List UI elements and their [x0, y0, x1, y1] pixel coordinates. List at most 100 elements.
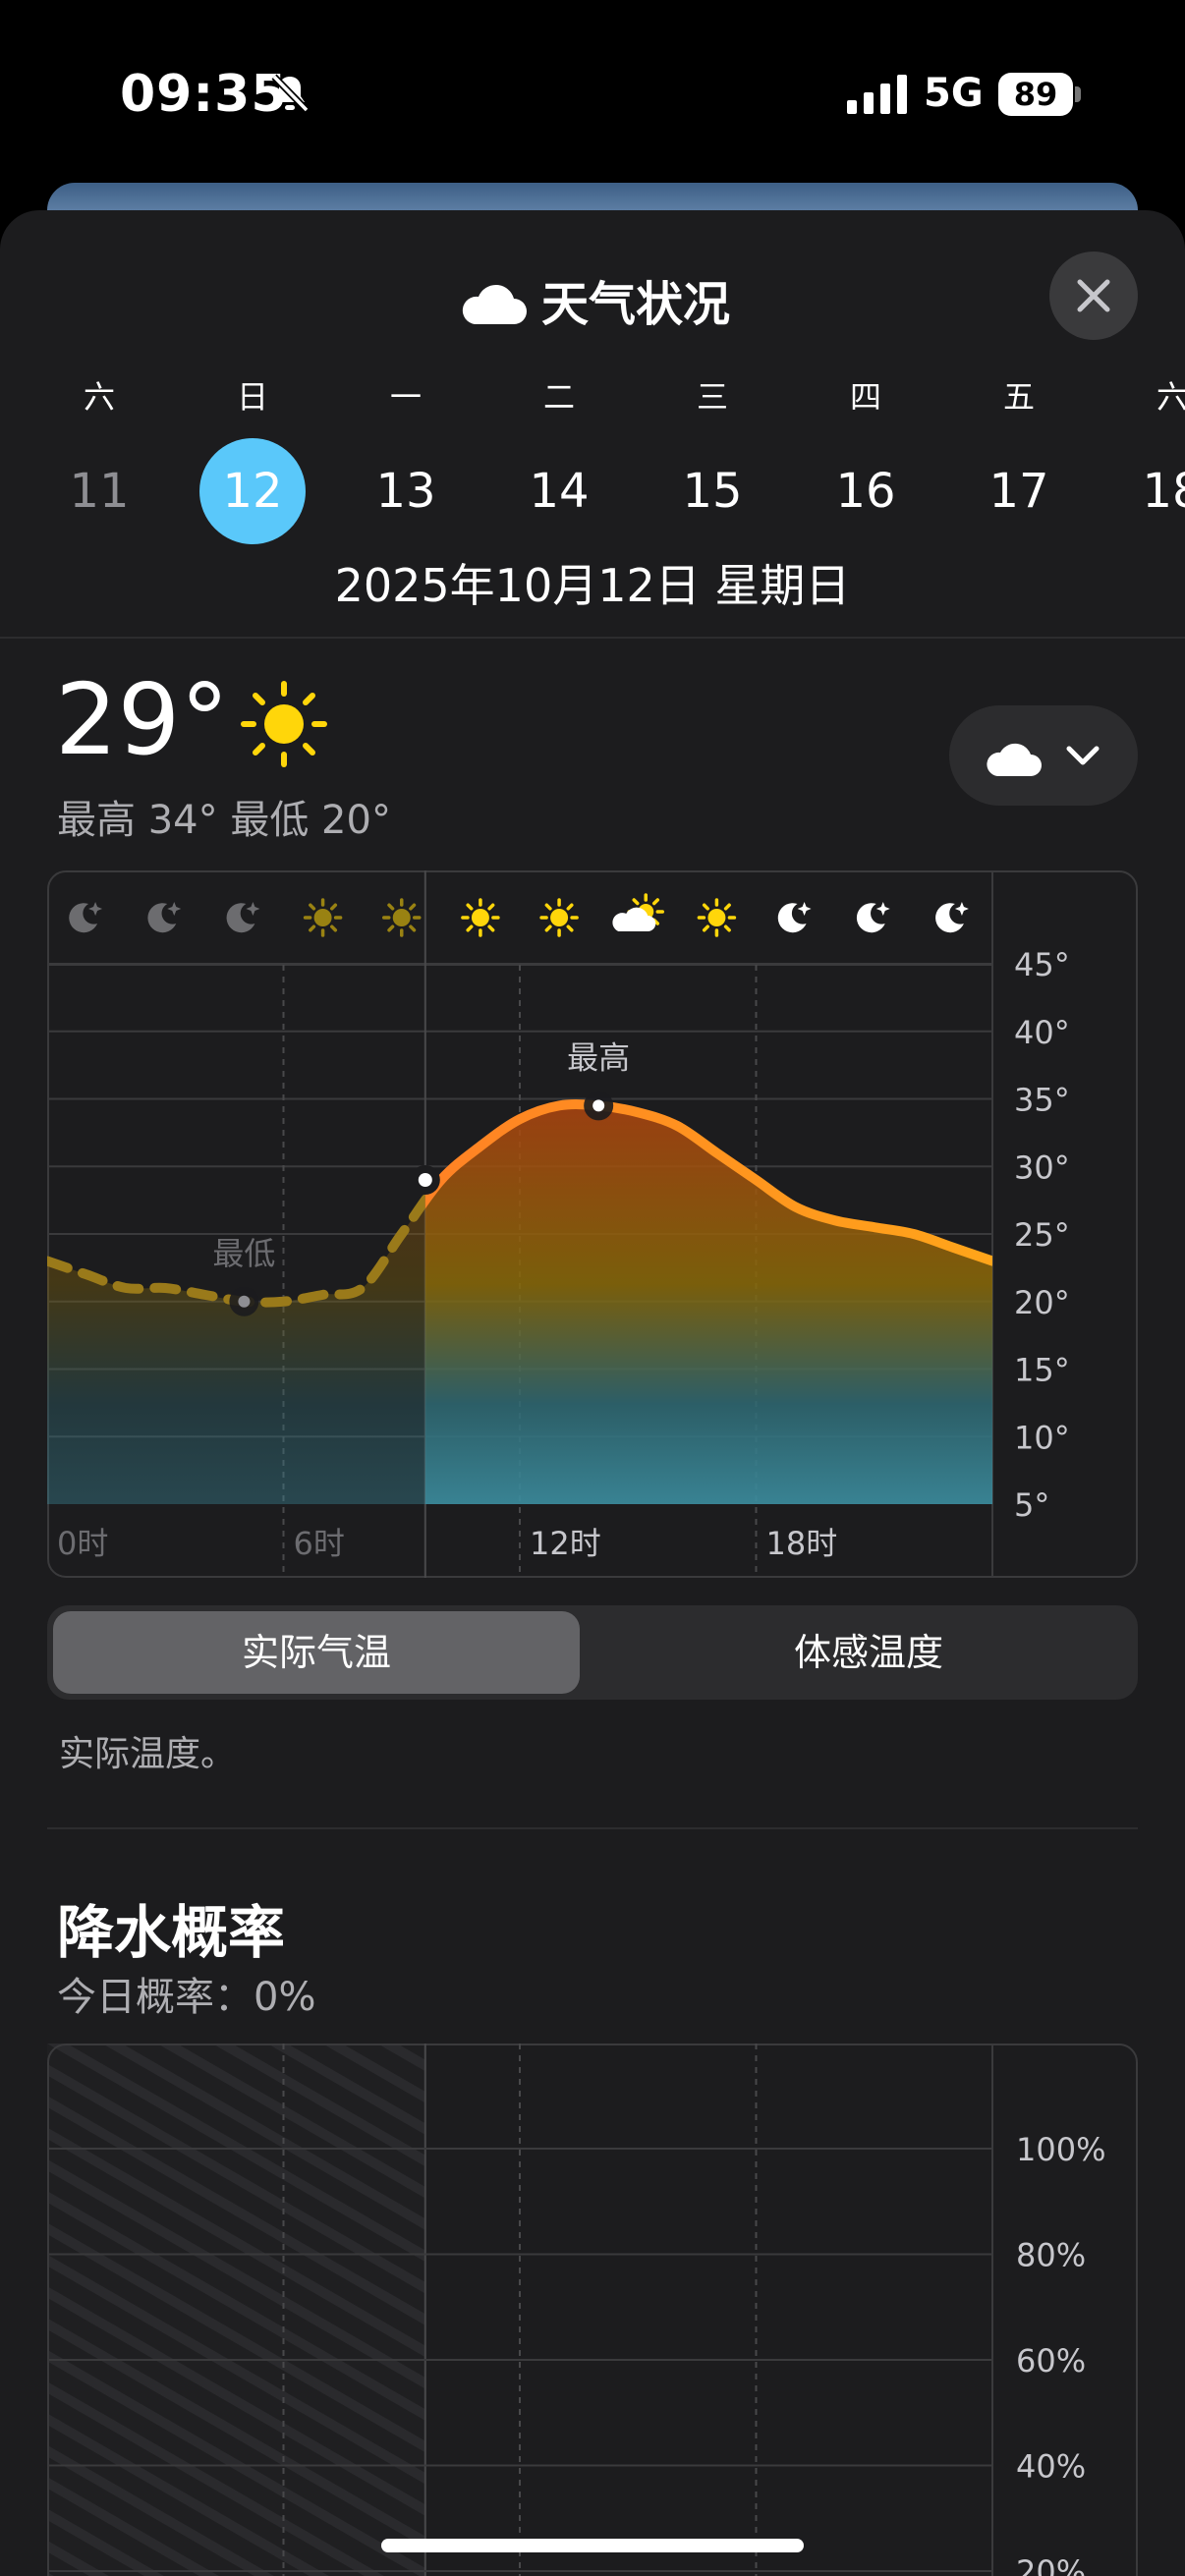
cloud-icon — [987, 743, 1042, 776]
day-item-14[interactable]: 二 14 — [505, 377, 613, 544]
hourly-icon-slot — [461, 898, 500, 937]
feels-like-tab[interactable]: 体感温度 — [605, 1611, 1132, 1694]
close-button[interactable] — [1049, 252, 1138, 340]
moon-star — [875, 902, 890, 916]
sun-core — [471, 909, 489, 926]
hourly-icon-slot — [935, 902, 969, 933]
moon-icon — [777, 902, 812, 933]
sun-ray — [387, 924, 395, 932]
hourly-icon-slot — [697, 898, 737, 937]
weather-detail-sheet: 天气状况 六 11 日 12 一 13 二 14 三 15 四 16 五 17 六 18 2025年10月12… — [0, 210, 1185, 2576]
y-tick-label: 100% — [1016, 2131, 1105, 2168]
sun-ray — [330, 924, 338, 932]
moon-star — [954, 902, 969, 916]
chart-description: 实际温度。 — [59, 1734, 237, 1774]
y-tick-label: 45° — [1014, 946, 1070, 983]
past-hours-shade — [47, 2044, 425, 2576]
moon-icon — [69, 902, 103, 933]
sun-ray — [651, 898, 660, 906]
sun-ray — [387, 903, 395, 911]
precipitation-title: 降水概率 — [57, 1899, 286, 1966]
moon-icon — [856, 902, 890, 933]
x-tick-label: 18时 — [766, 1525, 838, 1562]
annotation-marker-center — [592, 1099, 605, 1112]
sun-ray — [409, 924, 417, 932]
metric-picker-button[interactable] — [949, 705, 1138, 806]
annotation-label: 最高 — [567, 1038, 630, 1076]
temperature-chart: 5° 10° 15° 20° 25° 30° 35° 40° 45° 最低 最高 0时 6时 12时 18时 — [47, 870, 1138, 1578]
temperature-type-toggle: 实际气温 体感温度 — [47, 1605, 1138, 1700]
sun-icon — [461, 898, 500, 937]
moon-icon — [147, 902, 182, 933]
day-item-18[interactable]: 六 18 — [1118, 377, 1185, 544]
sun-icon — [697, 898, 737, 937]
sun-icon — [303, 898, 343, 937]
annotation-marker-center — [238, 1295, 251, 1308]
sun-ray — [466, 924, 474, 932]
sun-ray — [309, 903, 316, 911]
day-item-15[interactable]: 三 15 — [658, 377, 766, 544]
day-item-13[interactable]: 一 13 — [352, 377, 460, 544]
sun-core — [313, 909, 332, 926]
sun-ray — [409, 903, 417, 911]
actual-temperature-tab[interactable]: 实际气温 — [53, 1611, 580, 1694]
hourly-icon-slot — [539, 898, 579, 937]
status-time: 09:35 — [120, 65, 288, 124]
day-date: 13 — [375, 464, 436, 519]
sun-ray — [466, 903, 474, 911]
day-selector: 六 11 日 12 一 13 二 14 三 15 四 16 五 17 六 18 — [0, 377, 1185, 544]
day-date: 15 — [682, 464, 743, 519]
day-date: 14 — [529, 464, 590, 519]
day-item-16[interactable]: 四 16 — [812, 377, 920, 544]
day-date: 17 — [988, 464, 1049, 519]
hourly-icon-slot — [856, 902, 890, 933]
moon-star — [167, 902, 182, 916]
day-weekday: 四 — [849, 378, 881, 416]
status-bar: 09:35 5G 89 — [0, 0, 1185, 187]
y-tick-label: 20% — [1016, 2553, 1086, 2576]
current-temp-marker-center — [418, 1173, 432, 1187]
network-type: 5G — [924, 71, 984, 116]
moon-star — [246, 902, 260, 916]
cloud-icon — [462, 284, 527, 324]
chevron-down-icon — [1066, 746, 1100, 765]
day-item-11[interactable]: 六 11 — [45, 377, 153, 544]
day-item-17[interactable]: 五 17 — [965, 377, 1073, 544]
y-tick-label: 5° — [1014, 1486, 1049, 1524]
sheet-title: 天气状况 — [0, 265, 1185, 334]
sun-ray — [723, 903, 731, 911]
x-tick-label: 6时 — [294, 1525, 345, 1562]
home-indicator[interactable] — [381, 2539, 804, 2552]
sun-ray — [487, 903, 495, 911]
day-weekday: 六 — [83, 378, 115, 416]
hourly-icon-slot — [303, 898, 343, 937]
y-tick-label: 25° — [1014, 1216, 1070, 1254]
day-weekday: 二 — [542, 378, 575, 416]
signal-icon — [847, 75, 907, 114]
hourly-icon-slot — [226, 902, 260, 933]
sun-core — [550, 909, 569, 926]
day-date: 12 — [199, 438, 306, 544]
day-weekday: 三 — [696, 378, 728, 416]
day-item-12[interactable]: 日 12 — [198, 377, 307, 544]
day-date: 11 — [69, 464, 130, 519]
sheet-title-text: 天气状况 — [540, 277, 730, 332]
y-tick-label: 20° — [1014, 1284, 1070, 1321]
sun-icon — [382, 898, 422, 937]
battery-icon: 89 — [998, 73, 1081, 116]
day-weekday: 一 — [389, 378, 422, 416]
precipitation-chart: 100% 80% 60% 40% 20% — [47, 2044, 1138, 2576]
x-tick-label: 0时 — [57, 1525, 108, 1562]
battery-cap — [1075, 86, 1081, 102]
sun-ray — [330, 903, 338, 911]
y-tick-label: 35° — [1014, 1082, 1070, 1119]
sun-core — [707, 909, 726, 926]
y-tick-label: 40% — [1016, 2448, 1086, 2486]
high-low-temperature: 最高 34° 最低 20° — [57, 798, 391, 843]
moon-icon — [935, 902, 969, 933]
day-weekday: 日 — [236, 378, 268, 416]
hourly-icon-slot — [777, 902, 812, 933]
y-tick-label: 30° — [1014, 1148, 1070, 1186]
y-tick-label: 10° — [1014, 1419, 1070, 1456]
sun-ray — [566, 924, 574, 932]
